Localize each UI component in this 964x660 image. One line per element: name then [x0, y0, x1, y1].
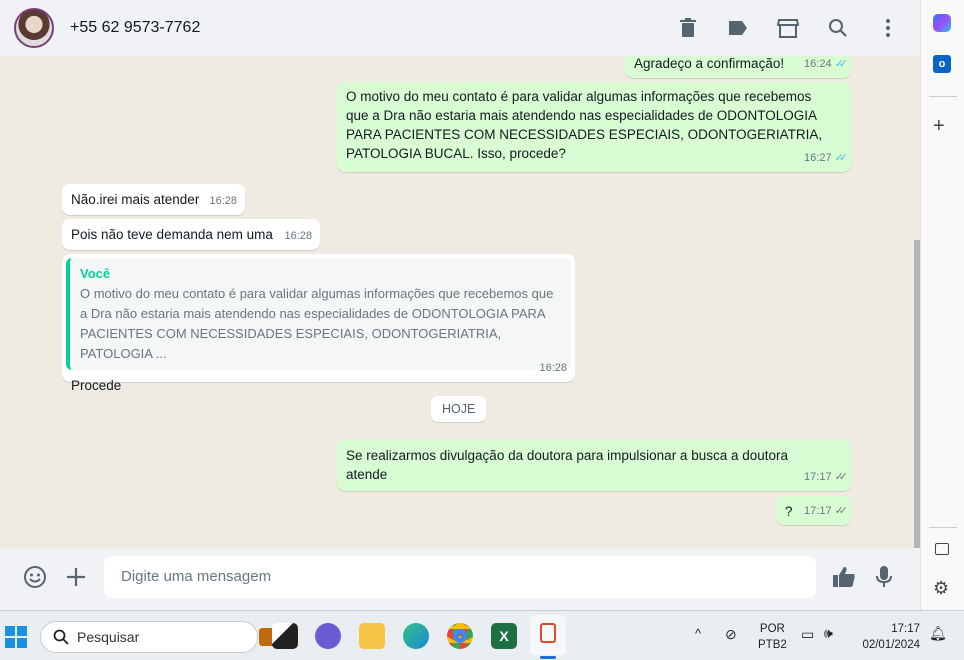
- language-code: POR: [759, 623, 785, 635]
- teams-icon[interactable]: [315, 623, 341, 649]
- settings-gear-icon[interactable]: ⚙: [933, 578, 949, 599]
- menu-icon[interactable]: [876, 16, 900, 40]
- message-time: 16:24: [804, 58, 832, 70]
- search-placeholder: Pesquisar: [77, 629, 140, 645]
- clock[interactable]: 17:17 02/01/2024: [858, 621, 920, 653]
- outlook-icon[interactable]: o: [933, 55, 951, 73]
- quoted-message[interactable]: Você O motivo do meu contato é para vali…: [66, 258, 571, 370]
- active-app-indicator: [540, 656, 556, 659]
- message-in-reply: Você O motivo do meu contato é para vali…: [62, 254, 575, 393]
- attach-plus-icon[interactable]: [63, 564, 89, 590]
- message-in: Pois não teve demanda nem uma 16:28: [62, 219, 320, 250]
- read-ticks-icon: ✓✓: [834, 152, 849, 164]
- tray-chevron-icon[interactable]: ^: [695, 626, 701, 642]
- message-text: ?: [785, 504, 793, 519]
- clock-time: 17:17: [891, 623, 920, 635]
- chat-header: +55 62 9573-7762: [0, 0, 920, 56]
- copilot-icon[interactable]: [933, 14, 951, 32]
- message-text: Se realizarmos divulgação da doutora par…: [346, 448, 789, 482]
- taskbar-search[interactable]: Pesquisar: [40, 621, 281, 653]
- avatar[interactable]: [14, 8, 54, 48]
- add-icon[interactable]: +: [933, 115, 945, 138]
- search-icon[interactable]: [826, 16, 850, 40]
- delete-icon[interactable]: [676, 16, 700, 40]
- message-text: Pois não teve demanda nem uma: [71, 227, 273, 242]
- message-time: 17:17: [804, 471, 832, 483]
- chrome-icon[interactable]: [447, 623, 473, 649]
- message-in: Não.irei mais atender 16:28: [62, 184, 245, 215]
- snipping-tool-icon[interactable]: [530, 615, 566, 655]
- divider: [929, 96, 957, 97]
- message-input[interactable]: Digite uma mensagem: [104, 556, 816, 598]
- emoji-icon[interactable]: [22, 564, 48, 590]
- sidebar-toggle-icon[interactable]: [935, 543, 949, 555]
- day-chip: HOJE: [431, 396, 487, 422]
- read-ticks-icon: ✓✓: [834, 58, 849, 70]
- message-time: 16:28: [539, 362, 567, 374]
- network-icon[interactable]: ▭: [801, 626, 814, 642]
- input-language[interactable]: POR PTB2: [758, 621, 787, 653]
- task-view-icon[interactable]: [272, 623, 298, 649]
- network-offline-icon[interactable]: ⊘: [725, 626, 737, 642]
- search-icon: [53, 629, 69, 645]
- edge-sidebar: o + ⚙: [920, 0, 964, 610]
- message-time: 16:28: [284, 230, 312, 242]
- delivered-ticks-icon: ✓✓: [834, 471, 849, 483]
- windows-start-icon[interactable]: [5, 626, 27, 648]
- message-text: Procede: [71, 378, 122, 393]
- message-out: Se realizarmos divulgação da doutora par…: [337, 440, 851, 491]
- message-out: O motivo do meu contato é para validar a…: [337, 82, 851, 172]
- excel-icon[interactable]: X: [491, 623, 517, 649]
- whatsapp-window: +55 62 9573-7762 Agradeço a confirmação!…: [0, 0, 920, 610]
- keyboard-layout: PTB2: [758, 639, 787, 651]
- message-time: 16:27: [804, 152, 832, 164]
- edge-icon[interactable]: [403, 623, 429, 649]
- notification-bell-icon[interactable]: 🔔︎: [929, 625, 947, 641]
- clock-date: 02/01/2024: [862, 639, 920, 651]
- quote-author: Você: [80, 266, 111, 281]
- volume-icon[interactable]: 🕪: [824, 625, 833, 641]
- thumbs-up-icon[interactable]: [831, 564, 857, 590]
- delivered-ticks-icon: ✓✓: [834, 505, 849, 517]
- divider: [929, 527, 957, 528]
- message-text: Agradeço a confirmação!: [634, 56, 785, 71]
- message-time: 17:17: [804, 505, 832, 517]
- windows-taskbar: Pesquisar X ^ ⊘ POR PTB2 ▭ 🕪 17:17 02/01/2…: [0, 610, 964, 660]
- shop-icon[interactable]: [776, 16, 800, 40]
- quote-text: O motivo do meu contato é para validar a…: [80, 286, 554, 361]
- message-text: O motivo do meu contato é para validar a…: [346, 89, 823, 161]
- message-out: ? 17:17 ✓✓: [776, 496, 851, 525]
- file-explorer-icon[interactable]: [359, 623, 385, 649]
- chat-area: Agradeço a confirmação! 16:24 ✓✓ O motivo…: [0, 56, 920, 548]
- message-out: Agradeço a confirmação! 16:24 ✓✓: [625, 56, 851, 78]
- message-text: Não.irei mais atender: [71, 192, 200, 207]
- microphone-icon[interactable]: [871, 564, 897, 590]
- label-icon[interactable]: [726, 16, 750, 40]
- message-time: 16:28: [209, 195, 237, 207]
- composer: Digite uma mensagem: [0, 548, 920, 610]
- contact-name[interactable]: +55 62 9573-7762: [70, 19, 200, 37]
